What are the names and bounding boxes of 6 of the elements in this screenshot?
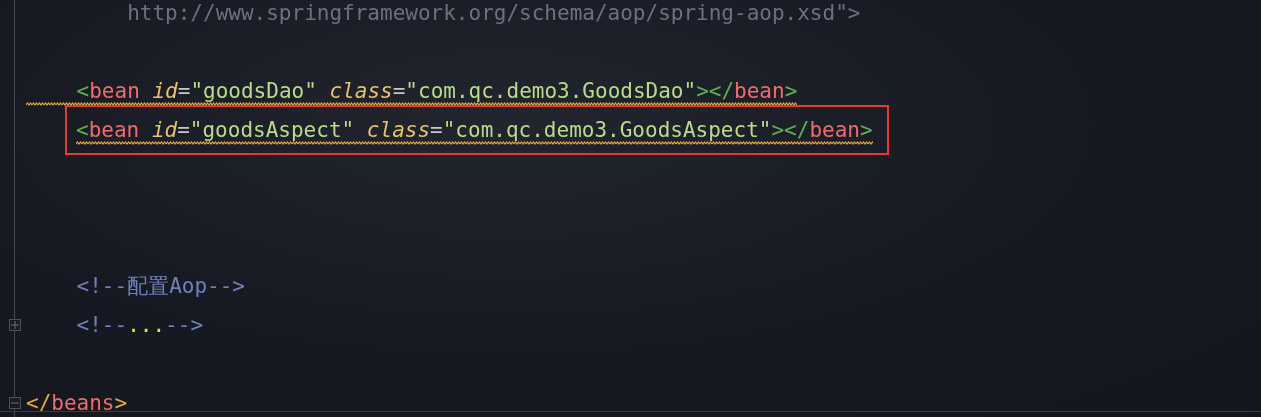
expand-icon[interactable] bbox=[8, 318, 21, 331]
code-line: <!--...--> bbox=[75, 311, 204, 339]
code-line: http://www.springframework.org/schema/aop/spring-aop.xsd"> bbox=[126, 0, 861, 27]
code-line: </beans> bbox=[26, 389, 128, 417]
collapse-icon[interactable] bbox=[8, 396, 21, 409]
code-line: <!--配置Aop--> bbox=[75, 272, 245, 300]
